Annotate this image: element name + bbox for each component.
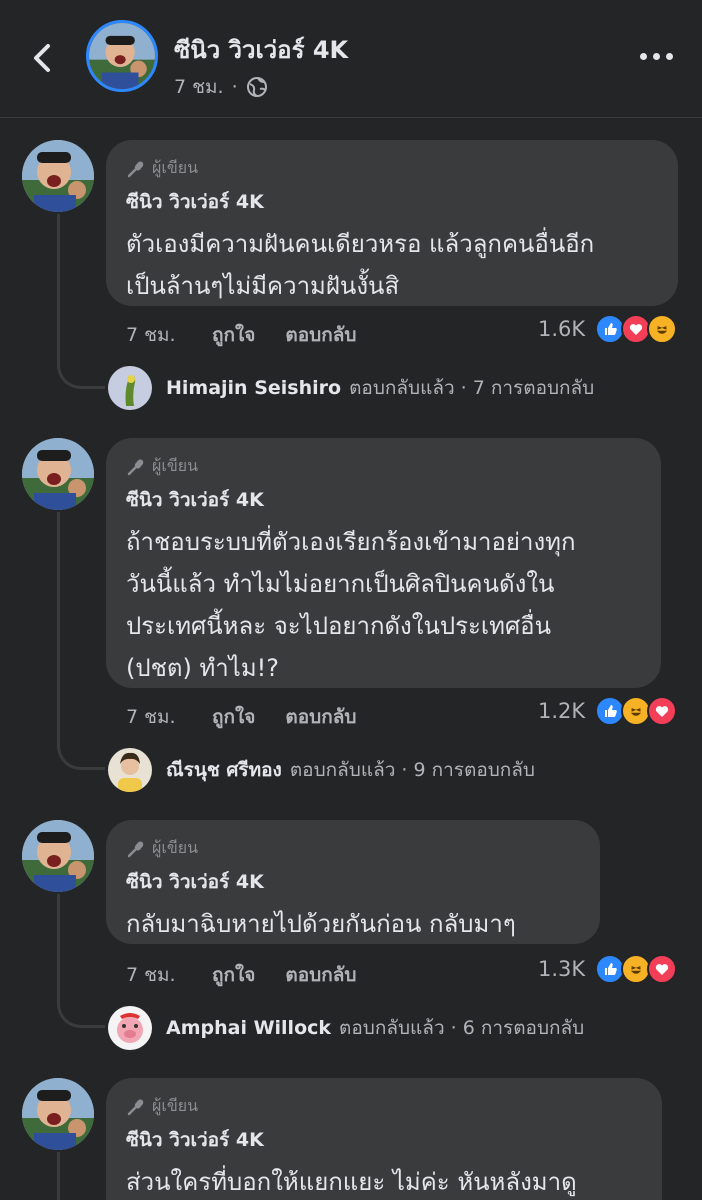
author-badge: ผู้เขียน (126, 1094, 642, 1119)
comment-avatar[interactable] (22, 1078, 94, 1150)
comment-text: กลับมาฉิบหายไปด้วยกันก่อน กลับมาๆ (126, 903, 580, 945)
post-header: ซีนิว วิวเว่อร์ 4K 7 ชม. · (0, 0, 702, 118)
comment-actions: 7 ชม. ถูกใจ ตอบกลับ (126, 960, 386, 990)
meta-dot: · (231, 76, 238, 98)
author-badge: ผู้เขียน (126, 156, 658, 181)
more-options-button[interactable] (640, 48, 676, 64)
love-reaction-icon (647, 696, 678, 726)
author-badge: ผู้เขียน (126, 454, 641, 479)
comment-author[interactable]: ซีนิว วิวเว่อร์ 4K (126, 1125, 642, 1155)
author-tag-label: ผู้เขียน (152, 158, 199, 177)
reply-action: ตอบกลับแล้ว (289, 759, 396, 781)
comment-line: เป็นล้านๆไม่มีความฝันงั้นสิ (126, 272, 400, 300)
reaction-count: 1.3K (538, 957, 586, 981)
reply-preview[interactable]: Himajin Seishiro ตอบกลับแล้ว · 7 การตอบก… (108, 366, 594, 410)
reply-preview[interactable]: Amphai Willock ตอบกลับแล้ว · 6 การตอบกลั… (108, 1006, 584, 1050)
chevron-left-icon (34, 44, 50, 72)
author-tag-label: ผู้เขียน (152, 1096, 199, 1115)
reply-button[interactable]: ตอบกลับ (285, 702, 356, 732)
dot-icon (640, 52, 647, 60)
reaction-summary[interactable]: 1.2K (538, 696, 678, 726)
dot-icon (666, 52, 673, 60)
reply-action: ตอบกลับแล้ว (339, 1017, 445, 1039)
comment-bubble[interactable]: ผู้เขียน ซีนิว วิวเว่อร์ 4K กลับมาฉิบหาย… (106, 820, 600, 944)
like-button[interactable]: ถูกใจ (212, 960, 255, 990)
comment-author[interactable]: ซีนิว วิวเว่อร์ 4K (126, 867, 580, 897)
comment-line: กลับมาฉิบหายไปด้วยกันก่อน กลับมาๆ (126, 910, 516, 938)
comment-line: ถ้าชอบระบบที่ตัวเองเรียกร้องเข้ามาอย่างท… (126, 528, 576, 556)
reaction-icons (589, 696, 678, 726)
microphone-icon (127, 458, 144, 475)
reaction-summary[interactable]: 1.3K (538, 954, 678, 984)
like-button[interactable]: ถูกใจ (212, 702, 255, 732)
globe-icon (246, 77, 267, 97)
reply-avatar (108, 748, 152, 792)
reply-author[interactable]: Amphai Willock (166, 1017, 331, 1039)
back-button[interactable] (28, 38, 58, 78)
thread-line (57, 512, 105, 770)
comment-line: วันนี้แล้ว ทำไมไม่อยากเป็นศิลปินคนดังใน (126, 570, 555, 598)
reply-button[interactable]: ตอบกลับ (285, 320, 356, 350)
reply-action: ตอบกลับแล้ว (349, 377, 455, 399)
comment-actions: 7 ชม. ถูกใจ ตอบกลับ (126, 702, 386, 732)
comment-line: (ปชต) ทำไม!? (126, 654, 280, 682)
comment-bubble[interactable]: ผู้เขียน ซีนิว วิวเว่อร์ 4K ถ้าชอบระบบที… (106, 438, 661, 688)
comment-author[interactable]: ซีนิว วิวเว่อร์ 4K (126, 485, 641, 515)
comment-author[interactable]: ซีนิว วิวเว่อร์ 4K (126, 187, 658, 217)
reaction-count: 1.2K (538, 699, 586, 723)
comment-text: ถ้าชอบระบบที่ตัวเองเรียกร้องเข้ามาอย่างท… (126, 521, 641, 689)
like-button[interactable]: ถูกใจ (212, 320, 255, 350)
reply-avatar (108, 1006, 152, 1050)
page-avatar[interactable] (86, 20, 158, 92)
microphone-icon (127, 1098, 144, 1115)
reaction-summary[interactable]: 1.6K (538, 314, 678, 344)
love-reaction-icon (647, 954, 678, 984)
author-tag-label: ผู้เขียน (152, 838, 199, 857)
comment-time[interactable]: 7 ชม. (126, 702, 212, 732)
post-time[interactable]: 7 ชม. (174, 72, 224, 102)
reply-author[interactable]: ณีรนุช ศรีทอง (166, 755, 282, 785)
author-badge: ผู้เขียน (126, 836, 580, 861)
comment-avatar[interactable] (22, 438, 94, 510)
comment-time[interactable]: 7 ชม. (126, 320, 212, 350)
reply-button[interactable]: ตอบกลับ (285, 960, 356, 990)
comment-line: ตัวเองมีความฝันคนเดียวหรอ แล้วลูกคนอื่นอ… (126, 230, 595, 258)
comment-bubble[interactable]: ผู้เขียน ซีนิว วิวเว่อร์ 4K ส่วนใครที่บอ… (106, 1078, 662, 1200)
thread-line (57, 214, 105, 389)
microphone-icon (127, 840, 144, 857)
reaction-icons (589, 954, 678, 984)
author-tag-label: ผู้เขียน (152, 456, 199, 475)
page-name[interactable]: ซีนิว วิวเว่อร์ 4K (174, 30, 348, 69)
reply-count: · 6 การตอบกลับ (450, 1017, 585, 1039)
reaction-count: 1.6K (538, 317, 586, 341)
comment-line: ประเทศนี้หละ จะไปอยากดังในประเทศอื่น (126, 612, 551, 640)
comment-text: ตัวเองมีความฝันคนเดียวหรอ แล้วลูกคนอื่นอ… (126, 223, 658, 307)
reply-preview[interactable]: ณีรนุช ศรีทอง ตอบกลับแล้ว · 9 การตอบกลับ (108, 748, 535, 792)
thread-line (57, 1152, 60, 1200)
comment-text: ส่วนใครที่บอกให้แยกแยะ ไม่ค่ะ หันหลังมาด… (126, 1161, 642, 1200)
reply-avatar (108, 366, 152, 410)
reply-count: · 7 การตอบกลับ (460, 377, 595, 399)
post-meta: 7 ชม. · (174, 72, 268, 102)
reaction-icons (589, 314, 678, 344)
comment-avatar[interactable] (22, 140, 94, 212)
haha-reaction-icon (647, 314, 678, 344)
dot-icon (653, 52, 660, 60)
reply-count: · 9 การตอบกลับ (401, 759, 535, 781)
comment-line: ส่วนใครที่บอกให้แยกแยะ ไม่ค่ะ หันหลังมาด… (126, 1168, 577, 1196)
thread-line (57, 894, 105, 1028)
comment-time[interactable]: 7 ชม. (126, 960, 212, 990)
microphone-icon (127, 160, 144, 177)
comment-actions: 7 ชม. ถูกใจ ตอบกลับ (126, 320, 386, 350)
comment-avatar[interactable] (22, 820, 94, 892)
reply-author[interactable]: Himajin Seishiro (166, 377, 341, 399)
comment-bubble[interactable]: ผู้เขียน ซีนิว วิวเว่อร์ 4K ตัวเองมีความ… (106, 140, 678, 306)
